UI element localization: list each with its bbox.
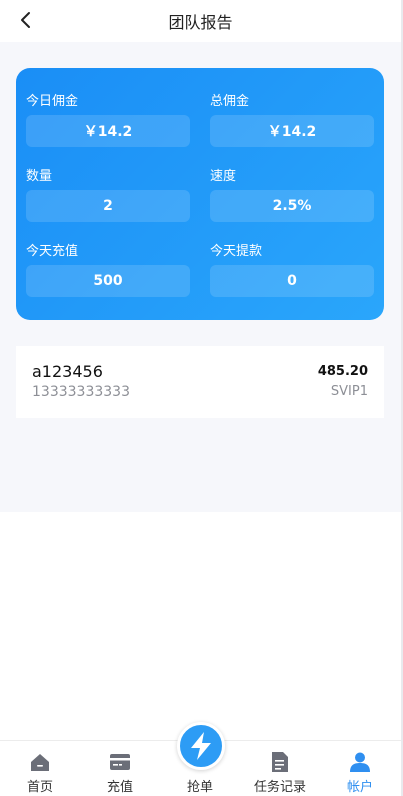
document-icon [272, 752, 288, 772]
member-level: SVIP1 [330, 384, 368, 399]
stat-value-today-recharge: 500 [26, 265, 190, 297]
stat-label-today-recharge: 今天充值 [26, 244, 79, 259]
stat-value-quantity: 2 [26, 190, 190, 222]
stat-value-today-commission: ￥14.2 [26, 115, 190, 147]
tab-task-records[interactable]: 任务记录 [240, 741, 320, 796]
header: 团队报告 [0, 0, 401, 42]
user-icon [350, 752, 370, 772]
tab-home-label: 首页 [26, 780, 53, 795]
stat-label-total-commission: 总佣金 [210, 94, 250, 109]
home-icon [31, 754, 49, 771]
stat-value-speed: 2.5% [210, 190, 374, 222]
stat-label-quantity: 数量 [26, 169, 53, 184]
stat-label-today-commission: 今日佣金 [26, 94, 79, 109]
tab-grab-order-label: 抢单 [186, 780, 213, 795]
page-title: 团队报告 [168, 13, 233, 32]
tab-task-records-label: 任务记录 [253, 780, 306, 795]
member-amount: 485.20 [317, 364, 368, 379]
chevron-left-icon [21, 12, 30, 28]
stat-value-total-commission: ￥14.2 [210, 115, 374, 147]
grab-order-button[interactable] [177, 722, 225, 770]
member-list-item[interactable]: a123456 13333333333 485.20 SVIP1 [16, 346, 384, 418]
content-area: 今日佣金 ￥14.2 总佣金 ￥14.2 数量 2 速度 2.5% 今天充值 5… [0, 42, 401, 512]
lightning-icon [191, 732, 211, 760]
stat-label-today-withdraw: 今天提款 [210, 244, 263, 259]
member-phone: 13333333333 [32, 384, 130, 400]
stats-card: 今日佣金 ￥14.2 总佣金 ￥14.2 数量 2 速度 2.5% 今天充值 5… [16, 68, 384, 320]
stat-label-speed: 速度 [210, 169, 237, 184]
tab-account[interactable]: 帐户 [320, 741, 400, 796]
tab-account-label: 帐户 [346, 780, 373, 795]
card-icon [110, 754, 130, 770]
tab-recharge-label: 充值 [106, 780, 133, 795]
tab-home[interactable]: 首页 [0, 741, 80, 796]
member-name: a123456 [32, 362, 103, 381]
tab-recharge[interactable]: 充值 [80, 741, 160, 796]
stat-value-today-withdraw: 0 [210, 265, 374, 297]
back-button[interactable] [14, 8, 38, 32]
